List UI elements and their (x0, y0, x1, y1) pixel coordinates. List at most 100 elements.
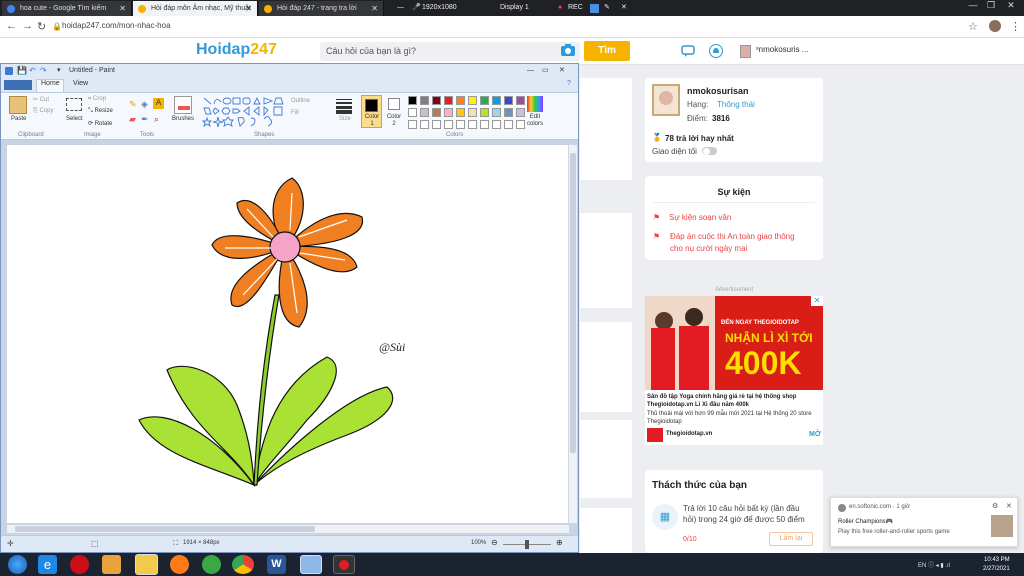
palette-swatch[interactable] (408, 96, 417, 105)
paint-app-icon[interactable] (5, 67, 13, 75)
word-icon[interactable]: W (267, 555, 286, 574)
zoom-out-button[interactable]: ⊖ (491, 538, 498, 547)
rec-label[interactable]: REC (568, 0, 583, 16)
app-icon[interactable] (202, 555, 221, 574)
palette-swatch[interactable] (480, 96, 489, 105)
edit-colors-icon[interactable] (527, 96, 543, 112)
pencil-icon[interactable]: ✎ (129, 99, 137, 110)
search-button[interactable]: Tìm (584, 41, 630, 61)
recorder-icon[interactable] (333, 555, 355, 574)
palette-swatch[interactable] (468, 120, 477, 129)
minimize-icon[interactable]: — (397, 0, 404, 16)
media-player-icon[interactable] (102, 555, 121, 574)
palette-swatch[interactable] (456, 96, 465, 105)
select-icon[interactable] (66, 98, 82, 111)
outline-button[interactable]: Outline (291, 98, 310, 104)
back-icon[interactable]: ← (6, 20, 17, 32)
chat-icon[interactable] (681, 44, 695, 58)
ad-headline[interactable]: Sân đồ tập Yoga chính hãng giá rẻ tại hệ… (647, 393, 819, 409)
clock-time[interactable]: 10:43 PM (984, 557, 1010, 563)
profile-avatar[interactable] (989, 20, 1001, 32)
palette-swatch[interactable] (504, 96, 513, 105)
event-link[interactable]: Đáp án cuộc thi An toàn giao thông (670, 232, 795, 241)
ie-icon[interactable]: e (38, 555, 57, 574)
horizontal-scrollbar[interactable] (7, 524, 569, 533)
brushes-icon[interactable] (174, 96, 192, 114)
palette-swatch[interactable] (444, 120, 453, 129)
palette-swatch[interactable] (444, 96, 453, 105)
eraser-icon[interactable]: ▰ (129, 114, 136, 125)
color-picker-icon[interactable]: ✒ (141, 114, 149, 125)
palette-swatch[interactable] (444, 108, 453, 117)
restore-button[interactable]: ❐ (984, 0, 998, 10)
ad-cta[interactable]: MỞ (809, 431, 821, 438)
palette-swatch[interactable] (480, 120, 489, 129)
dark-mode-toggle[interactable] (702, 147, 717, 155)
palette-swatch[interactable] (516, 108, 525, 117)
file-explorer-icon[interactable] (135, 554, 158, 575)
paint-icon[interactable] (300, 555, 322, 574)
reload-icon[interactable]: ↻ (37, 20, 46, 33)
chrome-icon[interactable] (232, 555, 254, 574)
tab-home[interactable]: Home (41, 80, 60, 87)
camera-icon[interactable] (561, 44, 575, 56)
fill-button[interactable]: Fill (291, 110, 299, 116)
palette-swatch[interactable] (492, 96, 501, 105)
ad-banner[interactable]: ĐẾN NGAY THEGIOIDOTAP NHẬN LÌ XÌ TỚI 400… (645, 296, 823, 390)
text-icon[interactable]: A (153, 98, 164, 109)
site-logo[interactable]: Hoidap247 (196, 41, 277, 59)
palette-swatch[interactable] (408, 120, 417, 129)
palette-swatch[interactable] (492, 108, 501, 117)
tab-view[interactable]: View (73, 80, 88, 87)
zoom-slider-thumb[interactable] (525, 540, 529, 549)
color2-selector[interactable] (388, 98, 400, 110)
cut-button[interactable]: ✂ Cut (33, 96, 49, 103)
palette-swatch[interactable] (516, 120, 525, 129)
palette-swatch[interactable] (516, 96, 525, 105)
opera-icon[interactable] (70, 555, 89, 574)
browser-tab-google[interactable]: hoa cute - Google Tìm kiếm ✕ (2, 1, 132, 16)
crop-button[interactable]: ⌗ Crop (88, 96, 106, 103)
event-link[interactable]: Sự kiện soạn văn (669, 213, 731, 222)
size-icon[interactable] (336, 97, 352, 114)
ad-close-icon[interactable]: ✕ (811, 296, 823, 306)
palette-swatch[interactable] (492, 120, 501, 129)
lock-icon[interactable]: 🔒 (52, 22, 62, 31)
palette-swatch[interactable] (420, 108, 429, 117)
palette-swatch[interactable] (480, 108, 489, 117)
retry-button[interactable]: Làm lại (769, 532, 813, 546)
magnifier-icon[interactable]: ⌕ (154, 114, 159, 125)
palette-swatch[interactable] (432, 108, 441, 117)
drawing-canvas[interactable]: @Sùi (7, 145, 569, 523)
palette-swatch[interactable] (408, 108, 417, 117)
select-button[interactable]: Select (66, 116, 83, 122)
paint-maximize-button[interactable]: ▭ (542, 64, 549, 78)
firefox-icon[interactable] (170, 555, 189, 574)
palette-swatch[interactable] (468, 96, 477, 105)
ad-text-box[interactable]: Sân đồ tập Yoga chính hãng giá rẻ tại hệ… (645, 390, 823, 445)
pen-icon[interactable]: ✎ (604, 0, 610, 16)
close-icon[interactable]: ✕ (621, 0, 627, 16)
paste-icon[interactable] (9, 96, 27, 114)
profile-avatar[interactable] (652, 84, 680, 116)
palette-swatch[interactable] (468, 108, 477, 117)
zoom-in-button[interactable]: ⊕ (556, 538, 563, 547)
palette-swatch[interactable] (420, 96, 429, 105)
file-menu-button[interactable] (4, 80, 32, 90)
resize-button[interactable]: ⤡ Resize (88, 108, 113, 115)
forward-icon[interactable]: → (22, 20, 33, 32)
edit-colors-button[interactable]: Edit colors (525, 114, 545, 128)
settings-icon[interactable]: ⚙ (992, 502, 998, 510)
url-field[interactable]: hoidap247.com/mon-nhac-hoa (62, 21, 171, 30)
palette-swatch[interactable] (504, 120, 513, 129)
size-button[interactable]: Size (339, 116, 351, 122)
browser-tab-hoidap[interactable]: Hỏi đáp môn Âm nhạc, Mỹ thuật ✕ (133, 1, 258, 16)
redo-icon[interactable]: ↷ (40, 64, 47, 78)
brushes-button[interactable]: Brushes (172, 116, 194, 122)
paint-titlebar[interactable]: 💾 ↶ ↷ ▾ Untitled - Paint — ▭ ✕ (1, 64, 578, 78)
browser-tab-hoidap-2[interactable]: Hỏi đáp 247 - trang tra lời ✕ (259, 1, 384, 16)
close-button[interactable]: ✕ (1004, 0, 1018, 10)
scroll-thumb[interactable] (570, 153, 576, 453)
search-input[interactable]: Câu hỏi của bạn là gì? (320, 42, 580, 61)
close-icon[interactable]: ✕ (245, 1, 252, 16)
